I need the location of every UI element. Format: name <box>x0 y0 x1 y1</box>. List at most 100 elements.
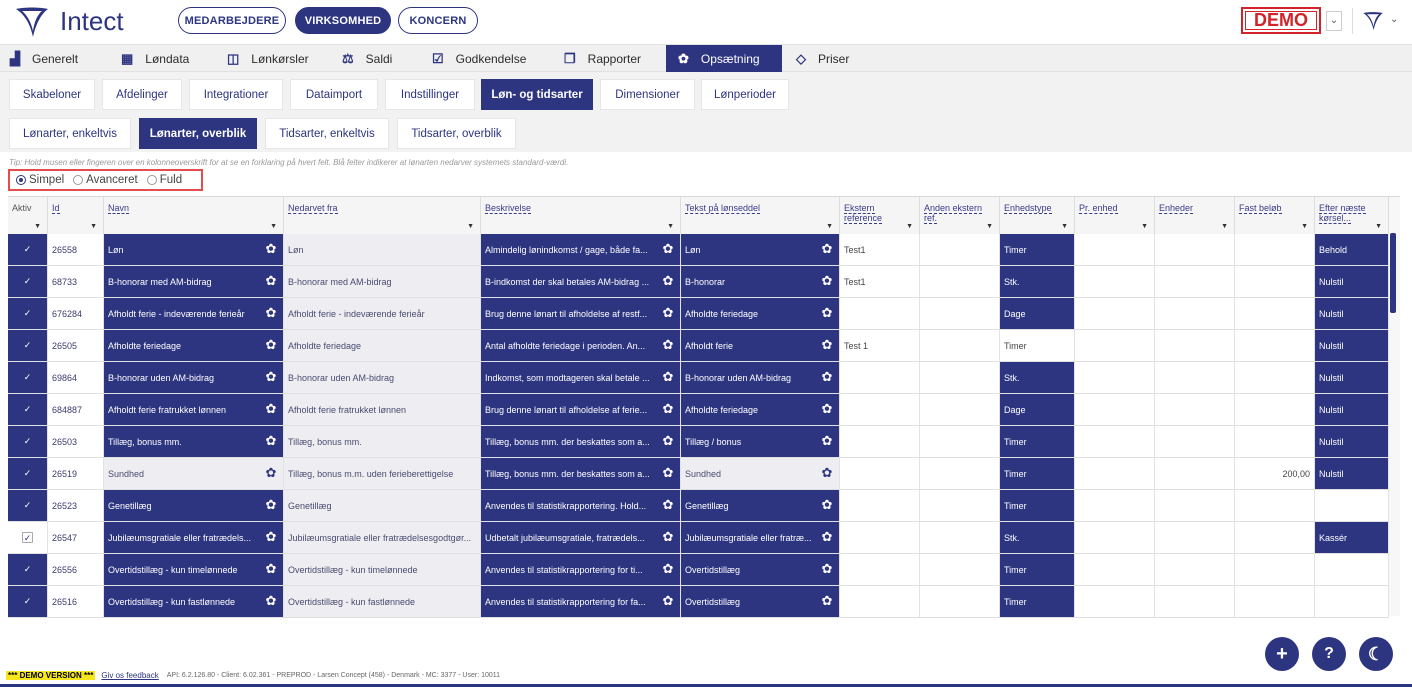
payslip-text-cell[interactable]: Genetillæg ✿ <box>681 490 840 521</box>
after-next-run-cell[interactable]: Kassér <box>1315 522 1389 553</box>
table-row[interactable]: ✓ 26519 Sundhed ✿ Tillæg, bonus m.m. uden fe… <box>8 458 1389 490</box>
after-next-run-cell[interactable]: Nulstil <box>1315 394 1389 425</box>
gear-icon[interactable]: ✿ <box>820 306 834 320</box>
active-cell[interactable]: ✓ <box>8 394 48 425</box>
filter-arrow-icon[interactable]: ▼ <box>1221 223 1228 230</box>
active-checkbox[interactable]: ✓ <box>22 308 33 319</box>
demo-badge[interactable]: DEMO <box>1241 7 1321 34</box>
radio-advanced[interactable]: Avanceret <box>73 174 138 186</box>
inherited-cell[interactable]: Overtidstillæg - kun fastlønnede <box>284 586 481 617</box>
filter-arrow-icon[interactable]: ▼ <box>1061 223 1068 230</box>
units-cell[interactable] <box>1155 426 1235 457</box>
name-cell[interactable]: B-honorar med AM-bidrag ✿ <box>104 266 284 297</box>
hdr-external-ref[interactable]: Ekstern reference ▼ <box>840 197 920 234</box>
external-ref-cell[interactable] <box>840 394 920 425</box>
per-unit-cell[interactable] <box>1075 554 1155 585</box>
radio-dot[interactable] <box>16 175 26 185</box>
fixed-amount-cell[interactable] <box>1235 490 1315 521</box>
gear-icon[interactable]: ✿ <box>820 530 834 544</box>
id-cell[interactable]: 26547 <box>48 522 104 553</box>
table-row[interactable]: ✓ 68733 B-honorar med AM-bidrag ✿ B-honorar … <box>8 266 1389 298</box>
gear-icon[interactable]: ✿ <box>661 530 675 544</box>
description-cell[interactable]: Anvendes til statistikrapportering. Hold… <box>481 490 681 521</box>
active-cell[interactable]: ✓ <box>8 554 48 585</box>
active-cell[interactable]: ✓ <box>8 298 48 329</box>
filter-arrow-icon[interactable]: ▼ <box>90 223 97 230</box>
tab-integrations[interactable]: Integrationer <box>189 79 283 110</box>
id-cell[interactable]: 68733 <box>48 266 104 297</box>
unit-type-cell[interactable]: Timer <box>1000 330 1075 361</box>
radio-full[interactable]: Fuld <box>146 174 182 186</box>
unit-type-cell[interactable]: Timer <box>1000 234 1075 265</box>
unit-type-cell[interactable]: Timer <box>1000 426 1075 457</box>
tab-departments[interactable]: Afdelinger <box>102 79 182 110</box>
id-cell[interactable]: 26558 <box>48 234 104 265</box>
gear-icon[interactable]: ✿ <box>820 242 834 256</box>
hdr-payslip-text[interactable]: Tekst på lønseddel ▼ <box>681 197 840 234</box>
table-row[interactable]: ✓ 69864 B-honorar uden AM-bidrag ✿ B-honorar… <box>8 362 1389 394</box>
inherited-cell[interactable]: B-honorar uden AM-bidrag <box>284 362 481 393</box>
gear-icon[interactable]: ✿ <box>661 434 675 448</box>
description-cell[interactable]: Brug denne lønart til afholdelse af rest… <box>481 298 681 329</box>
external-ref-cell[interactable] <box>840 458 920 489</box>
tab-pay-types-single[interactable]: Lønarter, enkeltvis <box>9 118 131 149</box>
other-external-ref-cell[interactable] <box>920 330 1000 361</box>
unit-type-cell[interactable]: Stk. <box>1000 522 1075 553</box>
other-external-ref-cell[interactable] <box>920 554 1000 585</box>
inherited-cell[interactable]: Tillæg, bonus m.m. uden ferieberettigels… <box>284 458 481 489</box>
fixed-amount-cell[interactable] <box>1235 554 1315 585</box>
filter-arrow-icon[interactable]: ▼ <box>1141 223 1148 230</box>
external-ref-cell[interactable] <box>840 554 920 585</box>
units-cell[interactable] <box>1155 522 1235 553</box>
per-unit-cell[interactable] <box>1075 586 1155 617</box>
payslip-text-cell[interactable]: Sundhed ✿ <box>681 458 840 489</box>
nav-payroll-runs[interactable]: ◫ Lønkørsler <box>227 45 327 72</box>
gear-icon[interactable]: ✿ <box>820 562 834 576</box>
unit-type-cell[interactable]: Timer <box>1000 554 1075 585</box>
table-row[interactable]: ✓ 26505 Afholdte feriedage ✿ Afholdte feried… <box>8 330 1389 362</box>
other-external-ref-cell[interactable] <box>920 266 1000 297</box>
hdr-unit-type[interactable]: Enhedstype ▼ <box>1000 197 1075 234</box>
payslip-text-cell[interactable]: Afholdte feriedage ✿ <box>681 298 840 329</box>
external-ref-cell[interactable] <box>840 586 920 617</box>
name-cell[interactable]: Overtidstillæg - kun fastlønnede ✿ <box>104 586 284 617</box>
hdr-inherited[interactable]: Nedarvet fra ▼ <box>284 197 481 234</box>
tab-settings[interactable]: Indstillinger <box>385 79 475 110</box>
unit-type-cell[interactable]: Timer <box>1000 586 1075 617</box>
units-cell[interactable] <box>1155 330 1235 361</box>
table-row[interactable]: ✓ 26503 Tillæg, bonus mm. ✿ Tillæg, bonus mm… <box>8 426 1389 458</box>
id-cell[interactable]: 26503 <box>48 426 104 457</box>
hdr-units[interactable]: Enheder ▼ <box>1155 197 1235 234</box>
filter-arrow-icon[interactable]: ▼ <box>986 223 993 230</box>
units-cell[interactable] <box>1155 394 1235 425</box>
external-ref-cell[interactable]: Test 1 <box>840 330 920 361</box>
tab-pay-periods[interactable]: Lønperioder <box>701 79 789 110</box>
hdr-name[interactable]: Navn ▼ <box>104 197 284 234</box>
fixed-amount-cell[interactable] <box>1235 522 1315 553</box>
units-cell[interactable] <box>1155 490 1235 521</box>
units-cell[interactable] <box>1155 458 1235 489</box>
unit-type-cell[interactable]: Stk. <box>1000 266 1075 297</box>
id-cell[interactable]: 684887 <box>48 394 104 425</box>
payslip-text-cell[interactable]: B-honorar ✿ <box>681 266 840 297</box>
name-cell[interactable]: Sundhed ✿ <box>104 458 284 489</box>
gear-icon[interactable]: ✿ <box>264 562 278 576</box>
id-cell[interactable]: 676284 <box>48 298 104 329</box>
add-button[interactable]: + <box>1265 637 1299 671</box>
fixed-amount-cell[interactable] <box>1235 234 1315 265</box>
gear-icon[interactable]: ✿ <box>264 434 278 448</box>
fixed-amount-cell[interactable] <box>1235 586 1315 617</box>
inherited-cell[interactable]: Tillæg, bonus mm. <box>284 426 481 457</box>
gear-icon[interactable]: ✿ <box>661 402 675 416</box>
gear-icon[interactable]: ✿ <box>661 338 675 352</box>
after-next-run-cell[interactable] <box>1315 490 1389 521</box>
tab-dimensions[interactable]: Dimensioner <box>600 79 695 110</box>
gear-icon[interactable]: ✿ <box>661 466 675 480</box>
gear-icon[interactable]: ✿ <box>661 370 675 384</box>
tab-pay-and-time-types[interactable]: Løn- og tidsarter <box>481 79 593 110</box>
active-cell[interactable]: ✓ <box>8 266 48 297</box>
fixed-amount-cell[interactable]: 200,00 <box>1235 458 1315 489</box>
after-next-run-cell[interactable]: Nulstil <box>1315 458 1389 489</box>
units-cell[interactable] <box>1155 266 1235 297</box>
after-next-run-cell[interactable]: Nulstil <box>1315 362 1389 393</box>
